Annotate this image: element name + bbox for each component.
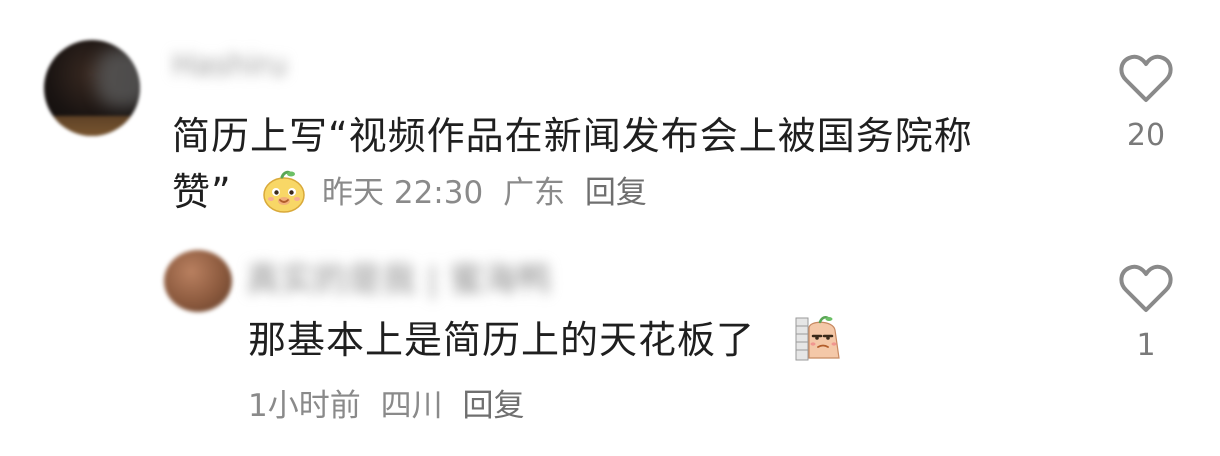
comment-text: 简历上写“视频作品在新闻发布会上被国务院称 bbox=[172, 114, 973, 158]
pear-mascot-smile-icon bbox=[260, 168, 308, 214]
heart-icon bbox=[1119, 54, 1173, 102]
timestamp: 昨天 22:30 bbox=[322, 175, 484, 211]
reply-button[interactable]: 回复 bbox=[462, 388, 524, 424]
comment-text-continued: 赞” bbox=[172, 170, 232, 214]
comment-meta: 昨天 22:30 广东 回复 bbox=[322, 173, 657, 213]
avatar[interactable] bbox=[44, 40, 140, 136]
like-button[interactable]: 1 bbox=[1116, 262, 1176, 363]
location: 四川 bbox=[380, 388, 443, 424]
comment-meta: 1小时前 四川 回复 bbox=[248, 386, 534, 426]
location: 广东 bbox=[503, 175, 566, 211]
username[interactable]: Hashiru bbox=[172, 48, 287, 83]
like-count: 1 bbox=[1136, 328, 1156, 363]
heart-icon bbox=[1119, 264, 1173, 312]
username[interactable]: 真实的是我 | 蜜海鸭 bbox=[246, 252, 551, 301]
comment-text: 那基本上是简历上的天花板了 bbox=[248, 318, 756, 362]
pear-mascot-peek-icon bbox=[795, 314, 841, 362]
reply-button[interactable]: 回复 bbox=[585, 175, 647, 211]
avatar-blur bbox=[96, 48, 140, 108]
like-count: 20 bbox=[1126, 118, 1166, 153]
avatar[interactable] bbox=[164, 250, 232, 312]
like-button[interactable]: 20 bbox=[1116, 52, 1176, 153]
timestamp: 1小时前 bbox=[248, 388, 361, 424]
